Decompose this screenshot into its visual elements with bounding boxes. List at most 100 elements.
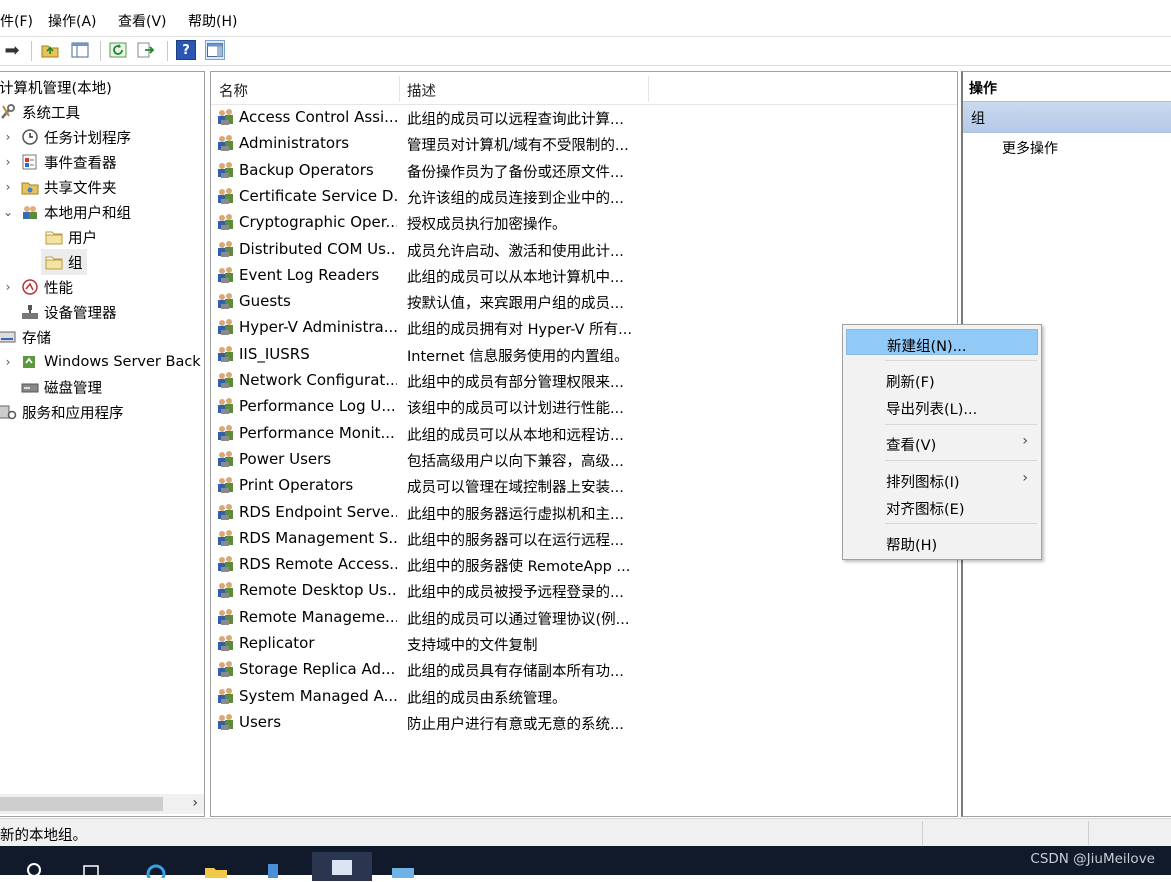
column-header-description[interactable]: 描述 xyxy=(407,80,436,101)
menu-view[interactable]: 查看(V) xyxy=(118,11,167,31)
group-name: IIS_IUSRS xyxy=(239,344,310,363)
tree-item-shared-folders[interactable]: › 共享文件夹 xyxy=(3,175,117,199)
tree-item-system-tools[interactable]: 系统工具 xyxy=(0,100,80,124)
refresh-icon[interactable] xyxy=(108,40,128,60)
tree-item-windows-server-backup[interactable]: › Windows Server Back xyxy=(3,350,201,374)
menu-separator xyxy=(885,460,1037,461)
tree-item-device-manager[interactable]: 设备管理器 xyxy=(21,300,117,324)
group-icon xyxy=(216,529,236,547)
tree-item-computer-management[interactable]: 计算机管理(本地) xyxy=(0,75,112,99)
context-menu-refresh[interactable]: 刷新(F) xyxy=(846,366,1038,392)
group-name: Network Configurat... xyxy=(239,371,397,389)
tree-item-label: 用户 xyxy=(68,230,97,247)
show-hide-action-pane-icon[interactable] xyxy=(205,40,225,60)
table-row[interactable]: Event Log Readers 此组的成员可以从本地计算机中... xyxy=(211,262,957,288)
expand-arrow-icon[interactable]: › xyxy=(3,355,13,369)
tree-horizontal-scrollbar[interactable]: › xyxy=(0,794,204,814)
menu-separator xyxy=(885,360,1037,361)
menu-item-label: 帮助(H) xyxy=(886,538,938,554)
group-icon xyxy=(216,161,236,179)
column-divider[interactable] xyxy=(399,76,400,102)
tree-item-groups[interactable]: 组 xyxy=(41,249,87,275)
group-icon xyxy=(216,608,236,626)
context-menu-new-group[interactable]: 新建组(N)... xyxy=(846,329,1038,355)
control-panel-icon[interactable] xyxy=(390,860,414,878)
expand-arrow-icon[interactable]: › xyxy=(3,280,13,294)
task-view-icon[interactable] xyxy=(80,860,104,879)
expand-arrow-icon[interactable]: › xyxy=(3,130,13,144)
tree-item-local-users-groups[interactable]: ⌄ 本地用户和组 xyxy=(3,200,131,224)
menu-action[interactable]: 操作(A) xyxy=(48,11,97,31)
table-row[interactable]: Distributed COM Us... 成员允许启动、激活和使用此计... xyxy=(211,236,957,262)
context-menu: 新建组(N)... 刷新(F) 导出列表(L)... 查看(V) › 排列图标(I… xyxy=(842,324,1042,560)
menu-file[interactable]: 件(F) xyxy=(0,11,33,31)
status-divider xyxy=(922,821,923,845)
up-folder-icon[interactable] xyxy=(40,40,60,60)
menu-help[interactable]: 帮助(H) xyxy=(188,11,237,31)
table-row[interactable]: Access Control Assi... 此组的成员可以远程查询此计算... xyxy=(211,104,957,130)
column-header-name[interactable]: 名称 xyxy=(219,80,248,101)
table-row[interactable]: Backup Operators 备份操作员为了备份或还原文件... xyxy=(211,157,957,183)
tree-item-label: 存储 xyxy=(22,330,51,347)
actions-pane-title: 操作 xyxy=(963,72,1171,100)
group-icon xyxy=(216,450,236,468)
scroll-right-icon[interactable]: › xyxy=(192,795,198,811)
group-icon xyxy=(216,240,236,258)
context-menu-line-up-icons[interactable]: 对齐图标(E) xyxy=(846,493,1038,519)
group-description: 此组的成员可以远程查询此计算... xyxy=(407,112,624,128)
tree-item-label: 共享文件夹 xyxy=(44,180,117,197)
export-list-icon[interactable] xyxy=(136,40,156,60)
group-name: Cryptographic Oper... xyxy=(239,213,397,232)
forward-icon[interactable]: ➡ xyxy=(2,40,22,61)
status-bar: 新的本地组。 xyxy=(0,818,1171,847)
table-row[interactable]: Storage Replica Ad... 此组的成员具有存储副本所有功... xyxy=(211,656,957,682)
tree-item-label: 本地用户和组 xyxy=(44,205,131,222)
table-row[interactable]: System Managed A... 此组的成员由系统管理。 xyxy=(211,683,957,709)
internet-explorer-icon[interactable] xyxy=(144,860,168,882)
tree-item-storage[interactable]: 存储 xyxy=(0,325,51,349)
actions-group-header[interactable]: 组 xyxy=(963,101,1171,133)
group-description: 此组中的服务器可以在运行远程... xyxy=(407,532,624,549)
tree-item-users[interactable]: 用户 xyxy=(45,225,97,249)
search-icon[interactable] xyxy=(24,860,48,878)
more-actions-link[interactable]: 更多操作 xyxy=(1002,138,1058,158)
table-row[interactable]: Guests 按默认值，来宾跟用户组的成员... xyxy=(211,288,957,314)
computer-management-taskbar-button[interactable] xyxy=(312,852,372,881)
expand-arrow-icon[interactable]: › xyxy=(3,155,13,169)
group-name: Backup Operators xyxy=(239,160,374,179)
collapse-arrow-icon[interactable]: ⌄ xyxy=(3,205,13,219)
tree-item-services-applications[interactable]: 服务和应用程序 xyxy=(0,400,124,424)
file-explorer-icon[interactable] xyxy=(204,860,228,878)
tree-item-disk-management[interactable]: 磁盘管理 xyxy=(21,375,102,399)
group-name: Remote Desktop Us... xyxy=(239,581,397,600)
tree-item-event-viewer[interactable]: › 事件查看器 xyxy=(3,150,117,174)
storage-icon xyxy=(0,329,17,345)
table-row[interactable]: Replicator 支持域中的文件复制 xyxy=(211,630,957,656)
expand-arrow-icon[interactable]: › xyxy=(3,180,13,194)
console-tree[interactable]: 计算机管理(本地) 系统工具 › 任务计划程序 › 事件查看器 › 共享文件夹 … xyxy=(0,71,205,817)
tree-item-label: 系统工具 xyxy=(22,105,80,122)
performance-icon xyxy=(21,279,39,295)
submenu-arrow-icon: › xyxy=(1022,433,1028,449)
actions-title-text: 操作 xyxy=(969,81,997,97)
table-row[interactable]: Remote Desktop Us... 此组中的成员被授予远程登录的... xyxy=(211,577,957,603)
context-menu-export-list[interactable]: 导出列表(L)... xyxy=(846,393,1038,419)
tree-item-label: 性能 xyxy=(44,280,73,297)
context-menu-view[interactable]: 查看(V) › xyxy=(846,429,1038,455)
column-divider[interactable] xyxy=(648,76,649,102)
table-row[interactable]: Administrators 管理员对计算机/域有不受限制的... xyxy=(211,130,957,156)
table-row[interactable]: Cryptographic Oper... 授权成员执行加密操作。 xyxy=(211,209,957,235)
show-hide-tree-icon[interactable] xyxy=(70,40,90,60)
table-row[interactable]: Users 防止用户进行有意或无意的系统... xyxy=(211,709,957,735)
table-row[interactable]: Certificate Service D... 允许该组的成员连接到企业中的..… xyxy=(211,183,957,209)
tree-item-performance[interactable]: › 性能 xyxy=(3,275,73,299)
tree-item-task-scheduler[interactable]: › 任务计划程序 xyxy=(3,125,131,149)
context-menu-help[interactable]: 帮助(H) xyxy=(846,529,1038,555)
table-row[interactable]: Remote Manageme... 此组的成员可以通过管理协议(例... xyxy=(211,604,957,630)
watermark-text: CSDN @JiuMeilove xyxy=(1030,851,1155,867)
server-manager-icon[interactable] xyxy=(262,860,286,878)
scrollbar-thumb[interactable] xyxy=(0,797,163,811)
help-icon[interactable]: ? xyxy=(176,40,196,60)
device-manager-icon xyxy=(21,304,39,320)
context-menu-arrange-icons[interactable]: 排列图标(I) › xyxy=(846,466,1038,492)
